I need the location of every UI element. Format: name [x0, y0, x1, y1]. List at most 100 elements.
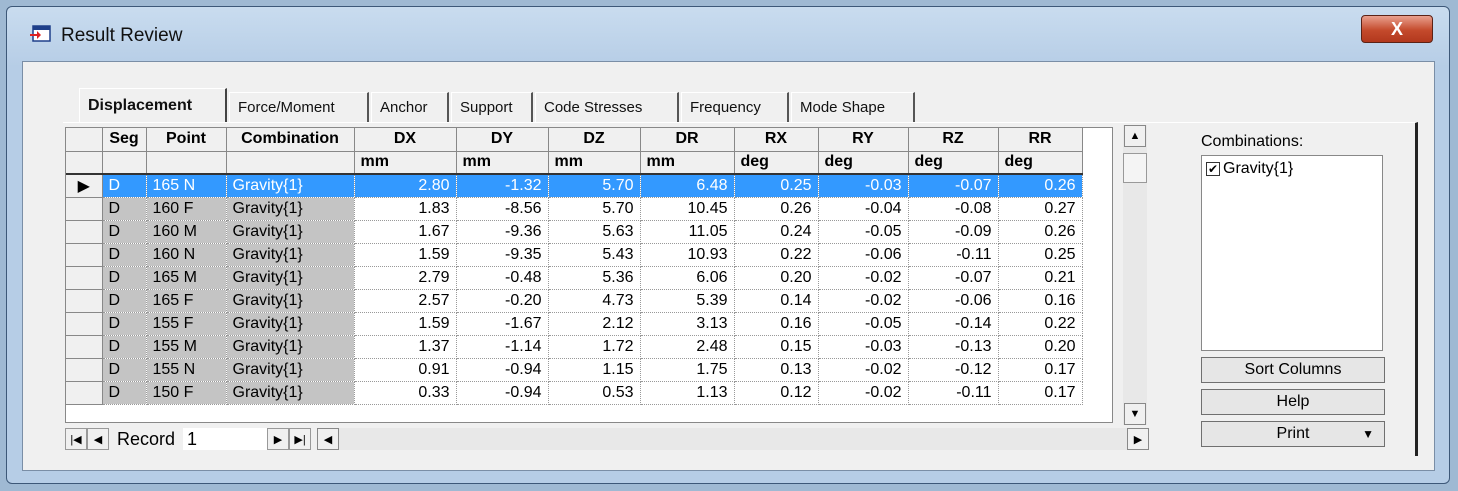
col-header-dr[interactable]: DR — [640, 128, 735, 152]
table-cell[interactable]: D — [102, 174, 147, 198]
table-cell[interactable]: 0.25 — [998, 243, 1083, 267]
table-cell[interactable]: 5.36 — [548, 266, 641, 290]
table-cell[interactable]: Gravity{1} — [226, 358, 355, 382]
table-row[interactable]: D 160 F Gravity{1} 1.83 -8.56 5.70 10.45 0.26 -0… — [66, 197, 1083, 221]
table-cell[interactable]: -0.11 — [908, 381, 999, 405]
table-cell[interactable]: -1.14 — [456, 335, 549, 359]
scroll-left-icon[interactable]: ◀ — [317, 428, 340, 450]
table-cell[interactable]: -0.04 — [818, 197, 909, 221]
row-selector[interactable] — [66, 197, 103, 221]
table-cell[interactable]: -0.05 — [818, 220, 909, 244]
table-cell[interactable]: -0.07 — [908, 266, 999, 290]
table-cell[interactable]: 1.37 — [354, 335, 457, 359]
table-cell[interactable]: Gravity{1} — [226, 312, 355, 336]
table-cell[interactable]: 1.67 — [354, 220, 457, 244]
table-cell[interactable]: 0.27 — [998, 197, 1083, 221]
table-cell[interactable]: -9.36 — [456, 220, 549, 244]
table-cell[interactable]: 2.80 — [354, 174, 457, 198]
table-cell[interactable]: 150 F — [146, 381, 227, 405]
table-cell[interactable]: -0.02 — [818, 381, 909, 405]
scroll-right-icon[interactable]: ▶ — [1127, 428, 1149, 450]
table-cell[interactable]: -0.03 — [818, 335, 909, 359]
tab-code-stresses[interactable]: Code Stresses — [535, 92, 679, 122]
table-cell[interactable]: -0.06 — [908, 289, 999, 313]
help-button[interactable]: Help — [1201, 389, 1385, 415]
col-header-rx[interactable]: RX — [734, 128, 819, 152]
scroll-up-icon[interactable]: ▲ — [1124, 125, 1146, 147]
table-cell[interactable]: 0.16 — [734, 312, 819, 336]
table-cell[interactable]: 0.12 — [734, 381, 819, 405]
table-cell[interactable]: D — [102, 243, 147, 267]
table-cell[interactable]: 0.16 — [998, 289, 1083, 313]
table-cell[interactable]: 4.73 — [548, 289, 641, 313]
table-cell[interactable]: Gravity{1} — [226, 289, 355, 313]
table-cell[interactable]: 6.48 — [640, 174, 735, 198]
table-cell[interactable]: 0.33 — [354, 381, 457, 405]
table-cell[interactable]: 160 M — [146, 220, 227, 244]
row-selector[interactable]: ▶ — [66, 174, 103, 198]
row-selector[interactable] — [66, 266, 103, 290]
table-cell[interactable]: -0.05 — [818, 312, 909, 336]
table-cell[interactable]: 2.79 — [354, 266, 457, 290]
table-cell[interactable]: 155 F — [146, 312, 227, 336]
table-cell[interactable]: 1.72 — [548, 335, 641, 359]
checkbox-checked-icon[interactable]: ✔ — [1206, 162, 1220, 176]
table-cell[interactable]: 165 F — [146, 289, 227, 313]
table-cell[interactable]: 165 M — [146, 266, 227, 290]
table-cell[interactable]: 2.48 — [640, 335, 735, 359]
table-cell[interactable]: 0.25 — [734, 174, 819, 198]
record-number-input[interactable] — [183, 428, 268, 450]
combination-item-label[interactable]: Gravity{1} — [1223, 160, 1293, 178]
table-cell[interactable]: 0.14 — [734, 289, 819, 313]
col-header-rr[interactable]: RR — [998, 128, 1083, 152]
row-selector[interactable] — [66, 358, 103, 382]
table-cell[interactable]: 1.59 — [354, 312, 457, 336]
row-selector[interactable] — [66, 289, 103, 313]
table-cell[interactable]: 0.17 — [998, 358, 1083, 382]
table-cell[interactable]: D — [102, 358, 147, 382]
table-cell[interactable]: -8.56 — [456, 197, 549, 221]
col-header-seg[interactable]: Seg — [102, 128, 147, 152]
scroll-down-icon[interactable]: ▼ — [1124, 403, 1146, 425]
col-header-point[interactable]: Point — [146, 128, 227, 152]
table-cell[interactable]: 10.93 — [640, 243, 735, 267]
table-cell[interactable]: 0.26 — [734, 197, 819, 221]
table-row[interactable]: D 160 N Gravity{1} 1.59 -9.35 5.43 10.93 0.22 -0… — [66, 243, 1083, 267]
table-cell[interactable]: -0.03 — [818, 174, 909, 198]
tab-displacement[interactable]: Displacement — [79, 88, 227, 122]
table-row[interactable]: D 165 F Gravity{1} 2.57 -0.20 4.73 5.39 0.14 -0.… — [66, 289, 1083, 313]
tab-support[interactable]: Support — [451, 92, 533, 122]
prev-record-icon[interactable]: ◀ — [87, 428, 109, 450]
col-header-combination[interactable]: Combination — [226, 128, 355, 152]
table-cell[interactable]: -0.13 — [908, 335, 999, 359]
table-cell[interactable]: 0.15 — [734, 335, 819, 359]
next-record-icon[interactable]: ▶ — [267, 428, 290, 450]
tab-frequency[interactable]: Frequency — [681, 92, 789, 122]
table-cell[interactable]: -1.32 — [456, 174, 549, 198]
table-cell[interactable]: 5.43 — [548, 243, 641, 267]
table-cell[interactable]: -0.94 — [456, 358, 549, 382]
table-cell[interactable]: Gravity{1} — [226, 220, 355, 244]
table-cell[interactable]: 1.59 — [354, 243, 457, 267]
table-cell[interactable]: 10.45 — [640, 197, 735, 221]
table-cell[interactable]: -1.67 — [456, 312, 549, 336]
table-cell[interactable]: Gravity{1} — [226, 266, 355, 290]
scroll-thumb[interactable] — [1123, 153, 1147, 183]
table-cell[interactable]: 6.06 — [640, 266, 735, 290]
title-bar[interactable]: Result Review X — [7, 7, 1449, 59]
table-cell[interactable]: D — [102, 289, 147, 313]
table-cell[interactable]: 2.12 — [548, 312, 641, 336]
close-button[interactable]: X — [1361, 15, 1433, 43]
col-header-rz[interactable]: RZ — [908, 128, 999, 152]
table-cell[interactable]: D — [102, 197, 147, 221]
table-cell[interactable]: 11.05 — [640, 220, 735, 244]
table-cell[interactable]: Gravity{1} — [226, 197, 355, 221]
table-cell[interactable]: 0.26 — [998, 174, 1083, 198]
table-cell[interactable]: 2.57 — [354, 289, 457, 313]
table-row[interactable]: D 150 F Gravity{1} 0.33 -0.94 0.53 1.13 0.12 -0.… — [66, 381, 1083, 405]
table-cell[interactable]: -0.08 — [908, 197, 999, 221]
col-header-dx[interactable]: DX — [354, 128, 457, 152]
table-cell[interactable]: 0.22 — [998, 312, 1083, 336]
tab-mode-shape[interactable]: Mode Shape — [791, 92, 915, 122]
table-cell[interactable]: 3.13 — [640, 312, 735, 336]
